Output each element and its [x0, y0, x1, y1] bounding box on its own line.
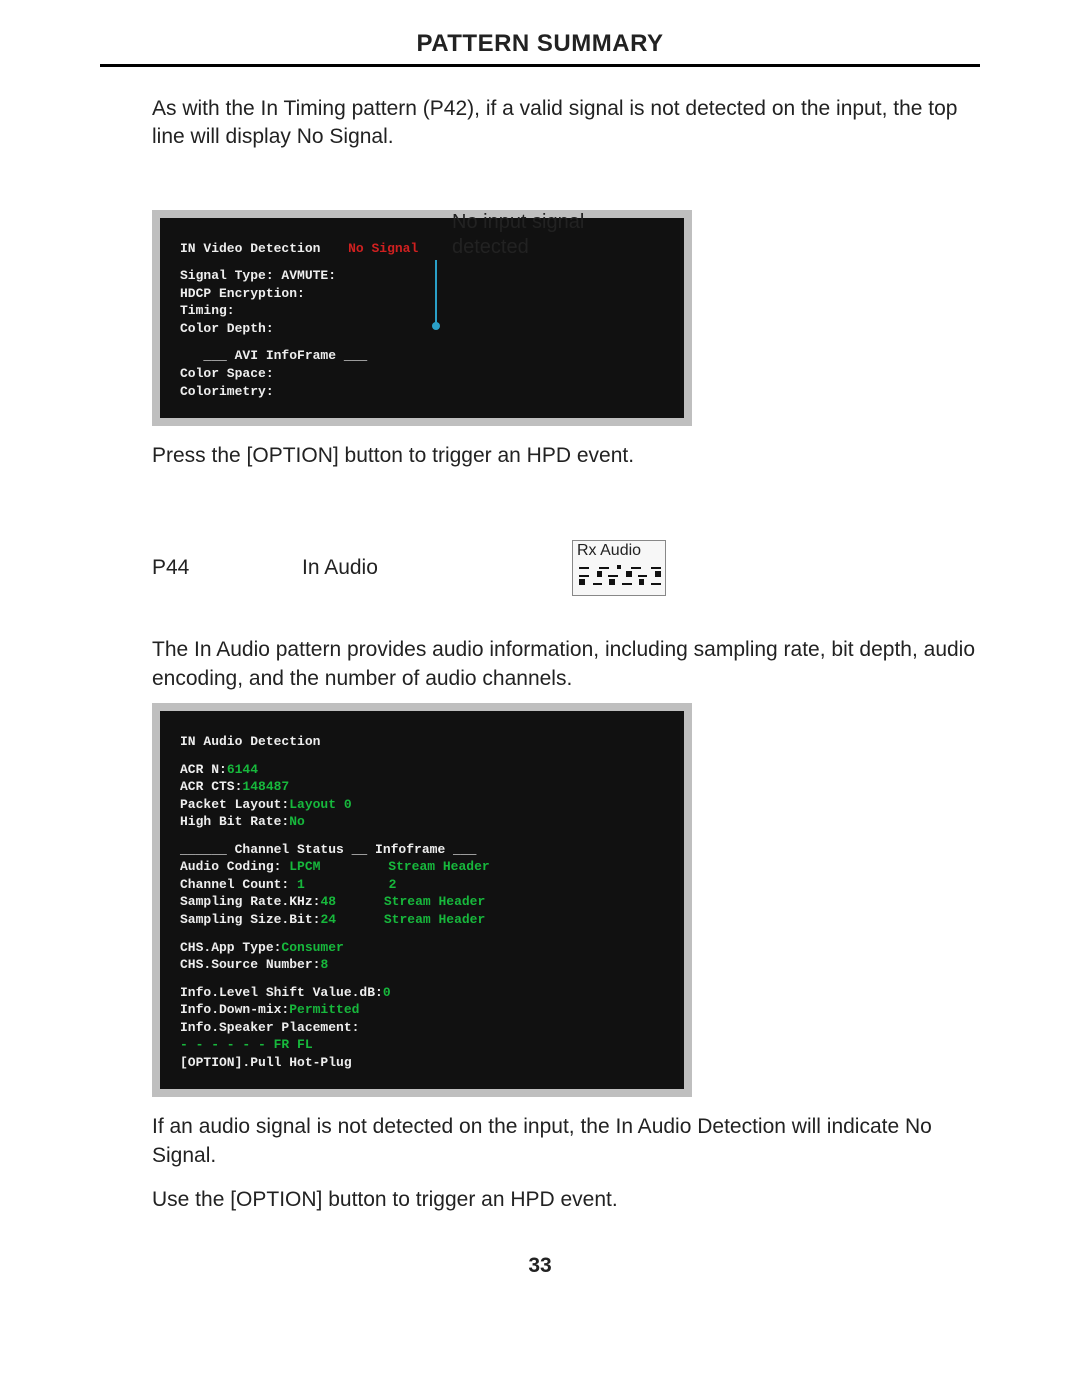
t2-l17: [OPTION].Pull Hot-Plug — [180, 1054, 664, 1072]
press-option-1: Press the [OPTION] button to trigger an … — [152, 442, 980, 470]
term1-l4: Timing: — [180, 302, 664, 320]
in-audio-description: The In Audio pattern provides audio info… — [152, 636, 980, 693]
callout-leader-dot — [432, 322, 440, 330]
t2-l12: CHS.Source Number:8 — [180, 956, 664, 974]
pattern-number: P44 — [152, 556, 212, 580]
term1-l1-label: IN Video Detection — [180, 241, 320, 256]
t2-l14: Info.Down-mix:Permitted — [180, 1001, 664, 1019]
page-title: PATTERN SUMMARY — [100, 30, 980, 58]
term1-l8: Colorimetry: — [180, 383, 664, 401]
rx-audio-thumbnail: Rx Audio — [572, 540, 666, 596]
callout-line1: No input signal — [452, 211, 584, 233]
term1-l5: Color Depth: — [180, 320, 664, 338]
header-rule — [100, 64, 980, 67]
intro-paragraph: As with the In Timing pattern (P42), if … — [152, 95, 980, 152]
t2-l1: IN Audio Detection — [180, 733, 664, 751]
callout-label: No input signal detected — [452, 210, 584, 260]
t2-l9: Sampling Rate.KHz:48 Stream Header — [180, 893, 664, 911]
t2-l10: Sampling Size.Bit:24 Stream Header — [180, 911, 664, 929]
after-term2-p2: Use the [OPTION] button to trigger an HP… — [152, 1186, 980, 1214]
page-number: 33 — [100, 1254, 980, 1278]
term1-l3: HDCP Encryption: — [180, 285, 664, 303]
t2-l2: ACR N:6144 — [180, 761, 664, 779]
t2-l3: ACR CTS:148487 — [180, 778, 664, 796]
terminal-video-detection: IN Video Detection No Signal Signal Type… — [152, 210, 692, 426]
term1-l6: ___ AVI InfoFrame ___ — [180, 347, 664, 365]
callout-leader-line — [435, 260, 437, 325]
t2-l8: Channel Count: 1 2 — [180, 876, 664, 894]
term1-l7: Color Space: — [180, 365, 664, 383]
t2-l5: High Bit Rate:No — [180, 813, 664, 831]
t2-l16: - - - - - - FR FL — [180, 1036, 664, 1054]
rx-audio-label: Rx Audio — [577, 543, 661, 559]
t2-l11: CHS.App Type:Consumer — [180, 939, 664, 957]
term1-l1-value: No Signal — [348, 241, 418, 256]
term1-line1: IN Video Detection No Signal — [180, 240, 664, 258]
after-term2-p1: If an audio signal is not detected on th… — [152, 1113, 980, 1170]
t2-l13: Info.Level Shift Value.dB:0 — [180, 984, 664, 1002]
pattern-row-p44: P44 In Audio Rx Audio — [152, 540, 980, 596]
pattern-name: In Audio — [302, 556, 482, 580]
terminal-audio-detection: IN Audio Detection ACR N:6144 ACR CTS:14… — [152, 703, 692, 1097]
t2-l4: Packet Layout:Layout 0 — [180, 796, 664, 814]
callout-line2: detected — [452, 236, 529, 258]
callout-figure: No input signal detected IN Video Detect… — [152, 210, 980, 426]
waveform-icon — [577, 563, 661, 585]
term1-l2: Signal Type: AVMUTE: — [180, 267, 664, 285]
t2-l15: Info.Speaker Placement: — [180, 1019, 664, 1037]
t2-l6: ______ Channel Status __ Infoframe ___ — [180, 841, 664, 859]
t2-l7: Audio Coding: LPCM Stream Header — [180, 858, 664, 876]
document-page: PATTERN SUMMARY As with the In Timing pa… — [0, 0, 1080, 1318]
